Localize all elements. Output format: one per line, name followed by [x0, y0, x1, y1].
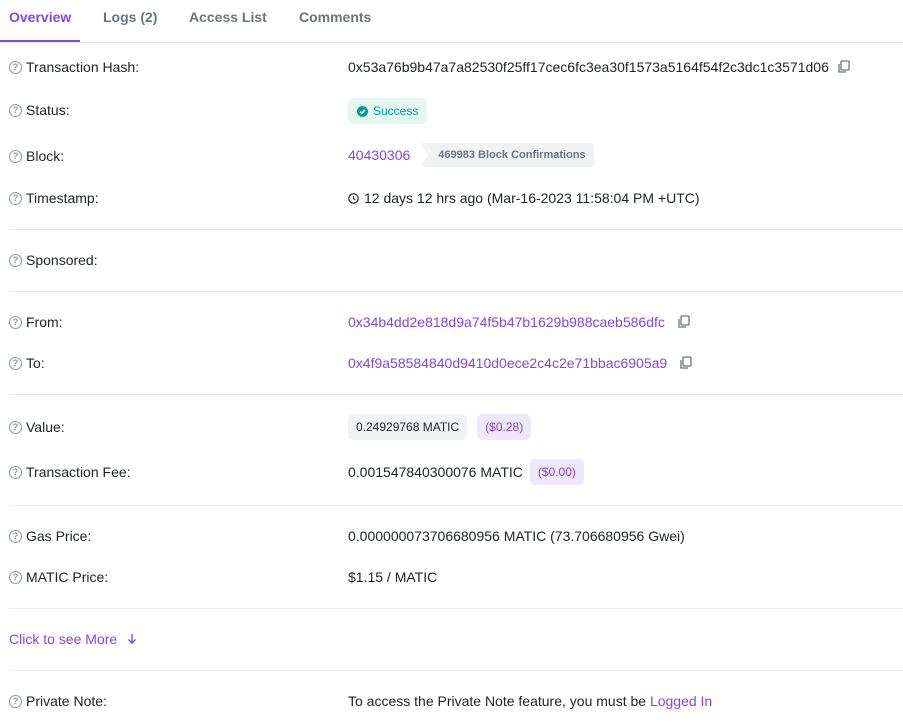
sponsored-label: ? Sponsored: [9, 252, 98, 268]
help-icon: ? [9, 420, 22, 434]
help-icon: ? [9, 465, 22, 479]
block-value-wrap: 40430306 469983 Block Confirmations [348, 143, 594, 167]
transaction-hash-value: 0x53a76b9b47a7a82530f25ff17cec6fc3ea30f1… [348, 59, 829, 75]
value-label: ? Value: [9, 419, 65, 435]
tab-comments[interactable]: Comments [299, 0, 371, 42]
transaction-fee-usd: ($0.00) [529, 459, 584, 485]
divider [9, 291, 903, 292]
clock-icon [348, 192, 359, 204]
help-icon: ? [9, 253, 22, 267]
to-value-wrap: 0x4f9a58584840d9410d0ece2c4c2e71bbac6905… [348, 355, 693, 371]
arrow-down-icon [128, 634, 137, 644]
status-value-wrap: Success [348, 98, 428, 124]
from-value-wrap: 0x34b4dd2e818d9a74f5b47b1629b988caeb586d… [348, 314, 691, 330]
divider [9, 608, 903, 609]
block-confirmations-badge: 469983 Block Confirmations [420, 143, 594, 167]
timestamp-value-wrap: 12 days 12 hrs ago (Mar-16-2023 11:58:04… [348, 190, 700, 206]
help-icon: ? [9, 529, 22, 543]
to-address-link[interactable]: 0x4f9a58584840d9410d0ece2c4c2e71bbac6905… [348, 355, 667, 371]
help-icon: ? [9, 694, 22, 708]
help-icon: ? [9, 570, 22, 584]
private-note-value: To access the Private Note feature, you … [348, 693, 713, 709]
from-label: ? From: [9, 314, 63, 330]
block-label: ? Block: [9, 148, 64, 164]
transaction-hash-value-wrap: 0x53a76b9b47a7a82530f25ff17cec6fc3ea30f1… [348, 59, 851, 75]
help-icon: ? [9, 315, 22, 329]
help-icon: ? [9, 103, 22, 117]
check-circle-icon [357, 105, 368, 117]
help-icon: ? [9, 60, 22, 74]
copy-icon[interactable] [837, 60, 851, 74]
gas-price-value: 0.000000073706680956 MATIC (73.706680956… [348, 528, 685, 544]
tab-logs[interactable]: Logs (2) [103, 0, 157, 42]
see-more-link[interactable]: Click to see More [9, 631, 137, 647]
copy-icon[interactable] [679, 356, 693, 370]
to-label: ? To: [9, 355, 45, 371]
transaction-fee-amount: 0.001547840300076 MATIC [348, 464, 523, 480]
tab-access-list[interactable]: Access List [189, 0, 267, 42]
transaction-hash-label: ? Transaction Hash: [9, 59, 139, 75]
tab-overview[interactable]: Overview [0, 0, 81, 42]
transaction-fee-label: ? Transaction Fee: [9, 464, 131, 480]
timestamp-value: 12 days 12 hrs ago (Mar-16-2023 11:58:04… [364, 190, 700, 206]
value-amount: 0.24929768 MATIC [348, 414, 468, 440]
divider [9, 394, 903, 395]
private-note-label: ? Private Note: [9, 693, 107, 709]
divider [9, 229, 903, 230]
help-icon: ? [9, 149, 22, 163]
divider [9, 670, 903, 671]
status-badge: Success [348, 98, 428, 124]
transaction-fee-value-wrap: 0.001547840300076 MATIC ($0.00) [348, 459, 584, 485]
block-number-link[interactable]: 40430306 [348, 147, 410, 163]
value-usd: ($0.28) [477, 414, 532, 440]
matic-price-label: ? MATIC Price: [9, 569, 108, 585]
tab-bar: Overview Logs (2) Access List Comments [0, 0, 903, 43]
timestamp-label: ? Timestamp: [9, 190, 99, 206]
value-value-wrap: 0.24929768 MATIC ($0.28) [348, 414, 532, 440]
help-icon: ? [9, 191, 22, 205]
matic-price-value: $1.15 / MATIC [348, 569, 438, 585]
copy-icon[interactable] [677, 315, 691, 329]
help-icon: ? [9, 356, 22, 370]
gas-price-label: ? Gas Price: [9, 528, 91, 544]
logged-in-link[interactable]: Logged In [650, 693, 712, 709]
from-address-link[interactable]: 0x34b4dd2e818d9a74f5b47b1629b988caeb586d… [348, 314, 665, 330]
status-label: ? Status: [9, 102, 70, 118]
divider [9, 505, 903, 506]
